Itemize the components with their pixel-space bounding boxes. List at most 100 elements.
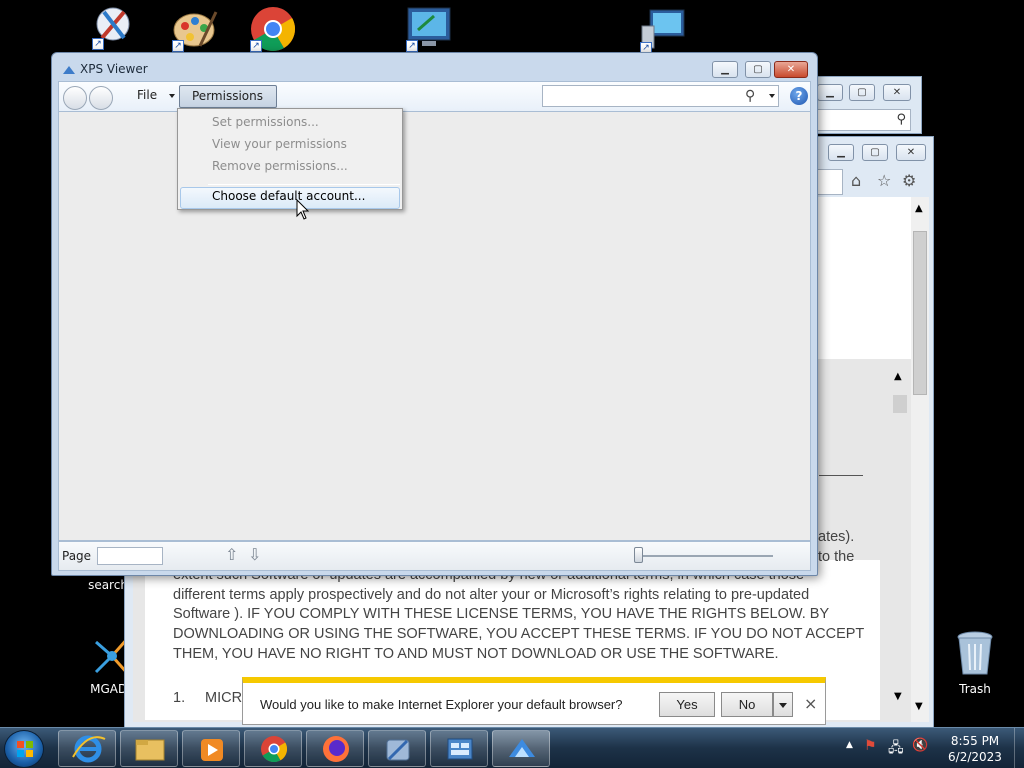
status-bar: Page ⇧ ⇩ <box>58 541 811 571</box>
license-line: Software ). IF YOU COMPLY WITH THESE LIC… <box>173 606 830 623</box>
no-button[interactable]: No <box>721 692 773 717</box>
page-label: Page <box>62 549 92 563</box>
utility-icon <box>386 739 410 761</box>
show-hidden-icons-icon[interactable]: ▲ <box>846 740 853 750</box>
trash-icon <box>957 631 993 675</box>
home-icon[interactable]: ⌂ <box>851 171 861 190</box>
yes-button[interactable]: Yes <box>659 692 715 717</box>
menu-item-set-permissions[interactable]: Set permissions... <box>212 115 319 129</box>
taskbar-chrome[interactable] <box>244 730 302 767</box>
permissions-menu-label: Permissions <box>192 89 263 103</box>
no-options-dropdown[interactable] <box>773 692 793 717</box>
scroll-thumb[interactable] <box>893 395 907 413</box>
desktop-network-computer-icon[interactable]: ↗ <box>638 8 694 54</box>
permissions-dropdown-menu: Set permissions... View your permissions… <box>177 108 403 210</box>
page-number-input[interactable] <box>97 547 163 565</box>
search-options-icon[interactable] <box>769 94 775 98</box>
folder-icon <box>135 739 165 761</box>
divider <box>819 475 863 476</box>
xps-app-icon <box>63 66 75 74</box>
taskbar-internet-explorer[interactable] <box>58 730 116 767</box>
inner-scrollbar[interactable]: ▲ ▼ <box>891 369 909 709</box>
close-button[interactable]: ✕ <box>896 144 926 161</box>
list-number: 1. <box>173 690 186 706</box>
control-panel-icon <box>447 738 473 760</box>
file-menu-label: File <box>137 88 158 102</box>
permissions-menu-button[interactable]: Permissions <box>179 85 277 120</box>
file-menu-button[interactable]: File <box>131 85 181 108</box>
page-scrollbar[interactable]: ▲ ▼ <box>911 197 929 722</box>
favorites-star-icon[interactable]: ☆ <box>877 171 891 190</box>
menu-item-remove-permissions[interactable]: Remove permissions... <box>212 159 348 173</box>
zoom-slider-track[interactable] <box>641 555 773 557</box>
taskbar: ▲ ⚑ 🖧 🔇 8:55 PM 6/2/2023 <box>0 727 1024 768</box>
back-button[interactable] <box>63 86 87 110</box>
clock[interactable]: 8:55 PM 6/2/2023 <box>940 733 1010 765</box>
license-line: different terms apply prospectively and … <box>173 586 810 603</box>
scroll-down-icon[interactable]: ▼ <box>894 691 902 702</box>
shortcut-arrow-icon: ↗ <box>406 40 418 52</box>
action-center-flag-icon[interactable]: ⚑ <box>864 738 877 754</box>
menu-item-choose-default-account[interactable]: Choose default account... <box>212 189 365 203</box>
forward-button[interactable] <box>89 86 113 110</box>
scroll-down-icon[interactable]: ▼ <box>915 701 923 712</box>
maximize-button[interactable]: ▢ <box>849 84 875 101</box>
desktop-chrome-icon[interactable]: ↗ <box>248 6 304 52</box>
firefox-icon <box>323 736 349 762</box>
menu-separator <box>208 184 400 185</box>
toolbar: File Permissions ⚲ ? <box>58 81 811 120</box>
desktop-trash-icon[interactable]: Trash <box>950 630 1006 696</box>
search-input[interactable]: ⚲ <box>542 85 779 107</box>
previous-page-icon[interactable]: ⇧ <box>225 545 238 564</box>
desktop-palette-icon[interactable]: ↗ <box>170 6 226 52</box>
minimize-button[interactable]: ▁ <box>828 144 854 161</box>
taskbar-xps-viewer[interactable] <box>492 730 550 767</box>
close-button[interactable]: ✕ <box>774 61 808 78</box>
shortcut-arrow-icon: ↗ <box>92 38 104 50</box>
taskbar-media-player[interactable] <box>182 730 240 767</box>
windows-logo-icon <box>17 741 33 757</box>
close-notification-button[interactable]: × <box>804 694 817 713</box>
window-title: XPS Viewer <box>80 62 148 76</box>
maximize-button[interactable]: ▢ <box>745 61 771 78</box>
clock-time: 8:55 PM <box>950 734 1000 748</box>
search-bar[interactable]: ⚲ <box>811 109 911 131</box>
scroll-thumb[interactable] <box>913 231 927 395</box>
notification-question: Would you like to make Internet Explorer… <box>260 697 623 712</box>
volume-muted-icon[interactable]: 🔇 <box>912 738 928 753</box>
show-desktop-button[interactable] <box>1014 728 1024 768</box>
mouse-cursor-icon <box>296 199 310 220</box>
taskbar-firefox[interactable] <box>306 730 364 767</box>
taskbar-control-panel[interactable] <box>430 730 488 767</box>
zoom-slider-thumb[interactable] <box>634 547 643 563</box>
minimize-button[interactable]: ▁ <box>712 61 738 78</box>
maximize-button[interactable]: ▢ <box>862 144 888 161</box>
network-icon[interactable]: 🖧 <box>888 737 904 761</box>
menu-item-view-permissions[interactable]: View your permissions <box>212 137 347 151</box>
desktop-paint-icon[interactable]: ↗ <box>90 4 146 50</box>
start-button[interactable] <box>4 730 44 768</box>
chrome-icon <box>261 736 288 763</box>
scroll-up-icon[interactable]: ▲ <box>915 203 923 214</box>
scroll-up-icon[interactable]: ▲ <box>894 371 902 382</box>
xps-viewer-window[interactable]: XPS Viewer ▁ ▢ ✕ File Permissions ⚲ ? Pa… <box>51 52 818 576</box>
license-line: THEM, YOU HAVE NO RIGHT TO AND MUST NOT … <box>173 645 779 662</box>
media-player-icon <box>201 739 223 761</box>
taskbar-utility[interactable] <box>368 730 426 767</box>
background-window-1[interactable]: ▁ ▢ ✕ ⚲ <box>810 76 922 134</box>
help-icon[interactable]: ? <box>790 87 808 105</box>
license-fragment: ates). <box>818 529 855 545</box>
default-browser-notification: Would you like to make Internet Explorer… <box>242 677 826 725</box>
license-text: extent such Software or updates are acco… <box>173 566 883 665</box>
document-area[interactable] <box>58 111 811 541</box>
next-page-icon[interactable]: ⇩ <box>248 545 261 564</box>
xps-viewer-icon <box>509 739 535 757</box>
close-button[interactable]: ✕ <box>883 84 911 101</box>
minimize-button[interactable]: ▁ <box>817 84 843 101</box>
search-icon: ⚲ <box>896 112 906 127</box>
desktop-computer-icon[interactable]: ↗ <box>404 6 460 52</box>
taskbar-file-explorer[interactable] <box>120 730 178 767</box>
tools-gear-icon[interactable]: ⚙ <box>902 171 916 190</box>
search-icon: ⚲ <box>745 88 756 104</box>
desktop-icon-label: Trash <box>959 682 991 696</box>
